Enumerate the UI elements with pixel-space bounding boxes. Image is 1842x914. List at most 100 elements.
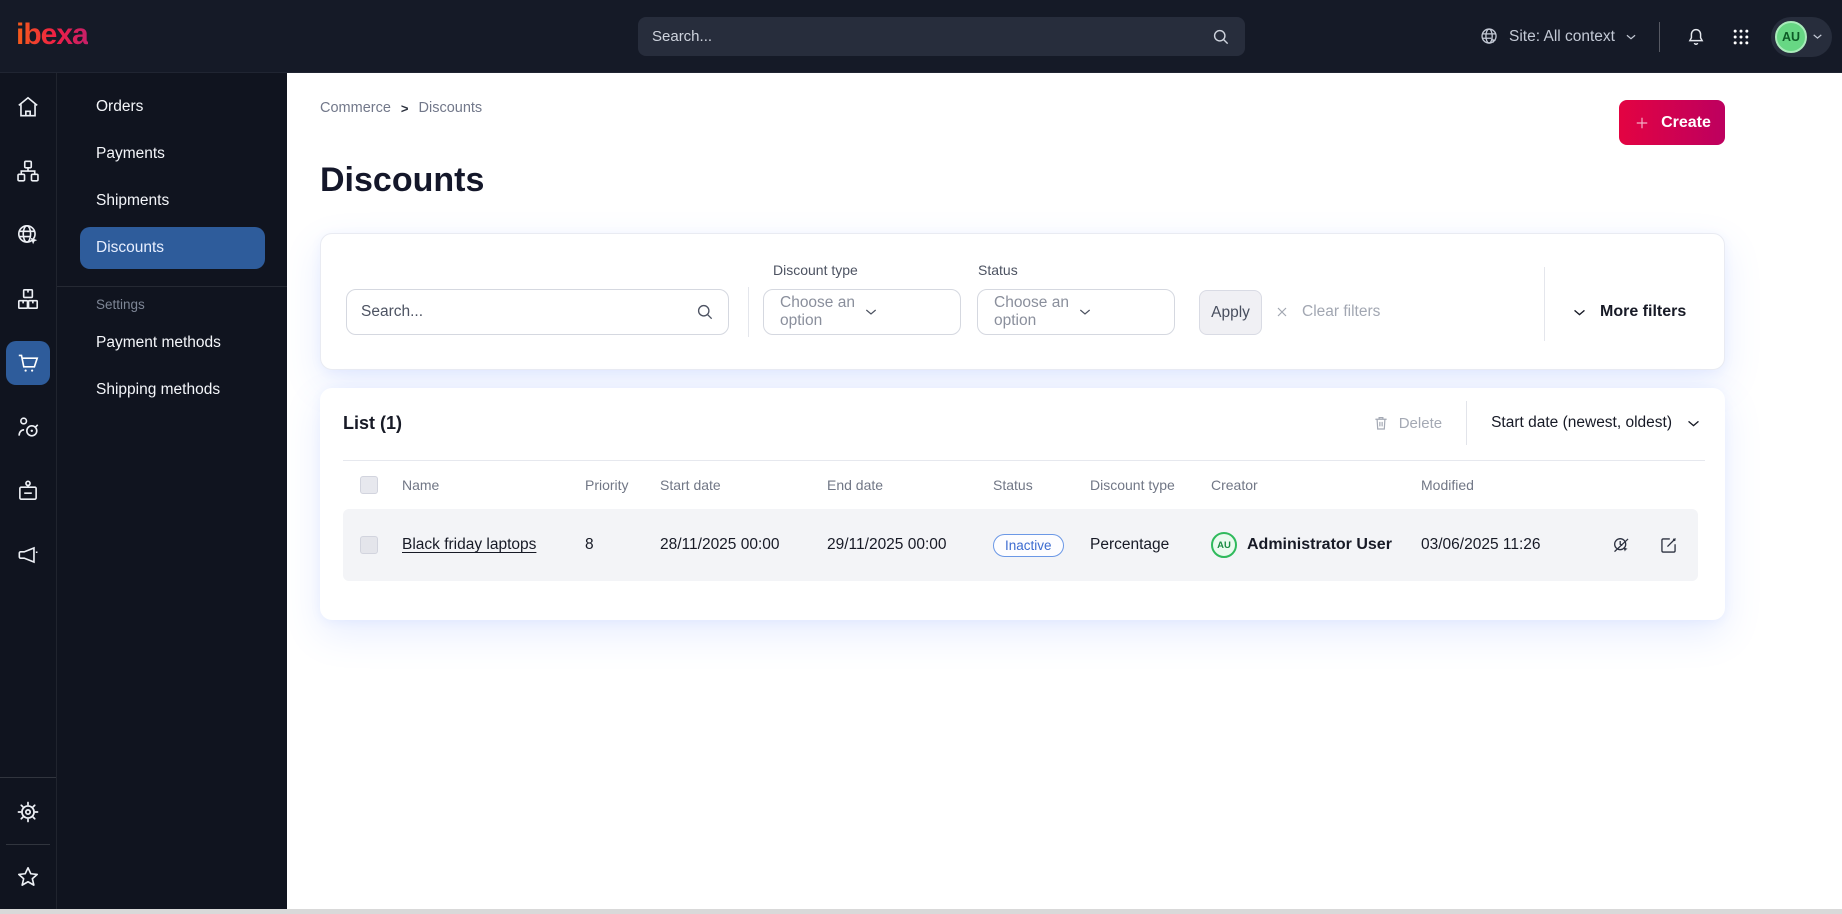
column-header-status[interactable]: Status (993, 477, 1090, 493)
menu-item-discounts[interactable]: Discounts (80, 227, 265, 269)
app-switcher-button[interactable] (1726, 22, 1756, 52)
discount-type-value: Choose an option (780, 294, 855, 329)
start-date-value: 28/11/2025 00:00 (660, 536, 780, 553)
search-icon[interactable] (1211, 27, 1231, 47)
menu-item-label: Shipments (96, 192, 170, 209)
edit-icon[interactable] (1658, 535, 1679, 556)
menu-item-shipments[interactable]: Shipments (80, 180, 265, 222)
sidebar-item-audience[interactable] (6, 405, 50, 449)
rail-bottom (0, 777, 56, 909)
menu-item-shipping-methods[interactable]: Shipping methods (80, 369, 265, 411)
topbar: ibexa Site: All context (0, 0, 1842, 73)
topbar-right: Site: All context AU (1479, 0, 1832, 73)
clear-x-icon (1274, 304, 1290, 320)
sidebar-item-bookmarks[interactable] (6, 855, 50, 899)
column-header-name[interactable]: Name (402, 477, 585, 493)
column-header-modified[interactable]: Modified (1421, 477, 1591, 493)
commerce-submenu: Orders Payments Shipments Discounts Sett… (56, 73, 287, 909)
list-actions: Delete Start date (newest, oldest) (1372, 401, 1702, 445)
menu-divider (57, 286, 287, 287)
sidebar-item-site-structure[interactable] (6, 149, 50, 193)
column-header-start-date[interactable]: Start date (660, 477, 827, 493)
rail-divider (6, 844, 50, 845)
chevron-down-icon (1685, 415, 1702, 432)
global-search[interactable] (638, 17, 1245, 56)
column-header-end-date[interactable]: End date (827, 477, 993, 493)
discount-name-link[interactable]: Black friday laptops (402, 536, 536, 553)
menu-item-label: Payment methods (96, 334, 221, 351)
delete-label: Delete (1398, 414, 1443, 432)
sidebar-item-user-badge[interactable] (6, 469, 50, 513)
menu-item-orders[interactable]: Orders (80, 86, 265, 128)
filter-search-input[interactable] (347, 303, 695, 321)
filter-divider (748, 287, 749, 337)
list-header: List (1) Delete Start date (newest, olde… (343, 401, 1702, 445)
clear-filters-button[interactable]: Clear filters (1274, 289, 1380, 335)
rail-divider (0, 777, 56, 778)
globe-icon (1479, 26, 1500, 47)
packages-icon (15, 286, 41, 312)
global-search-input[interactable] (638, 28, 1211, 45)
menu-item-label: Payments (96, 145, 165, 162)
sitemap-icon (15, 158, 41, 184)
status-badge: Inactive (993, 533, 1064, 557)
priority-value: 8 (585, 536, 594, 553)
breadcrumb: Commerce > Discounts (320, 100, 482, 116)
breadcrumb-item-commerce[interactable]: Commerce (320, 100, 391, 116)
sidebar-item-site-context[interactable] (6, 213, 50, 257)
search-icon (695, 302, 715, 322)
filter-divider (1544, 267, 1545, 341)
column-header-creator[interactable]: Creator (1211, 477, 1421, 493)
sidebar-item-products[interactable] (6, 277, 50, 321)
sidebar-item-settings[interactable] (6, 790, 50, 834)
sidebar-item-campaigns[interactable] (6, 533, 50, 577)
chevron-down-icon (863, 304, 946, 320)
sidebar-item-commerce[interactable] (6, 341, 50, 385)
row-checkbox[interactable] (360, 536, 378, 554)
sidebar-item-home[interactable] (6, 85, 50, 129)
creator-avatar: AU (1211, 532, 1237, 558)
more-filters-button[interactable]: More filters (1571, 289, 1686, 335)
plus-icon (1633, 114, 1651, 132)
more-filters-label: More filters (1600, 303, 1687, 320)
bell-icon (1685, 26, 1707, 48)
preview-disabled-icon[interactable] (1611, 535, 1632, 556)
page-title: Discounts (320, 161, 485, 199)
apply-button[interactable]: Apply (1199, 290, 1262, 335)
menu-item-payment-methods[interactable]: Payment methods (80, 322, 265, 364)
create-button[interactable]: Create (1619, 100, 1725, 145)
status-select[interactable]: Choose an option (977, 289, 1175, 335)
discount-type-value: Percentage (1090, 536, 1170, 553)
column-header-discount-type[interactable]: Discount type (1090, 477, 1211, 493)
app-window: ibexa Site: All context (0, 0, 1842, 914)
topbar-divider (1659, 21, 1660, 52)
sort-dropdown[interactable]: Start date (newest, oldest) (1491, 414, 1702, 432)
site-context-selector[interactable]: Site: All context (1479, 26, 1638, 47)
user-menu[interactable]: AU (1771, 16, 1832, 57)
select-all-checkbox[interactable] (360, 475, 378, 494)
home-icon (15, 94, 41, 120)
ibexa-logo[interactable]: ibexa (16, 18, 89, 52)
menu-item-payments[interactable]: Payments (80, 133, 265, 175)
notifications-button[interactable] (1681, 22, 1711, 52)
gear-icon (15, 799, 41, 825)
creator-cell: AU Administrator User (1211, 532, 1421, 558)
list-actions-divider (1466, 401, 1468, 445)
globe-cursor-icon (15, 222, 41, 248)
discount-type-select[interactable]: Choose an option (763, 289, 961, 335)
trash-icon (1372, 414, 1390, 432)
main-content: Commerce > Discounts Create Discounts Se… (287, 73, 1842, 909)
megaphone-icon (15, 542, 41, 568)
star-icon (15, 864, 41, 890)
end-date-value: 29/11/2025 00:00 (827, 536, 947, 553)
delete-button[interactable]: Delete (1372, 414, 1442, 432)
breadcrumb-item-discounts[interactable]: Discounts (419, 100, 483, 116)
discount-type-label: Discount type (773, 262, 858, 278)
filter-search[interactable] (346, 289, 729, 335)
grid-dots-icon (1731, 27, 1751, 47)
table-header: Name Priority Start date End date Status… (343, 460, 1705, 508)
column-header-priority[interactable]: Priority (585, 477, 660, 493)
status-label: Status (978, 262, 1018, 278)
list-title: List (1) (343, 412, 403, 433)
icon-rail (0, 73, 56, 909)
